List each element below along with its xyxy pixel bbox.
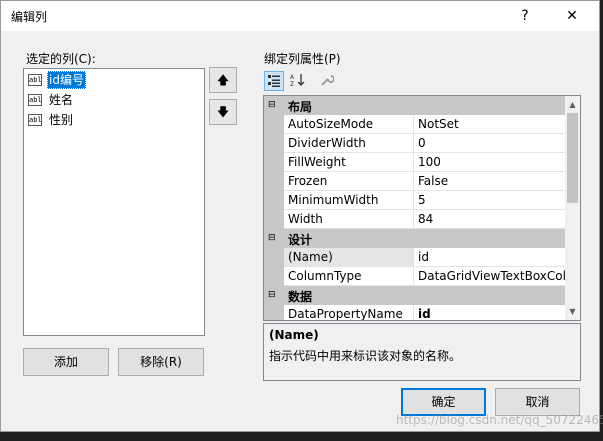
add-button[interactable]: 添加	[23, 348, 109, 376]
property-value[interactable]: 0	[414, 134, 565, 153]
textbox-column-icon: abl	[28, 114, 42, 126]
collapse-icon[interactable]: ⊟	[268, 100, 276, 111]
cancel-button[interactable]: 取消	[495, 388, 580, 416]
category-label: 数据	[288, 290, 313, 304]
property-value[interactable]: 100	[414, 153, 565, 172]
list-item-label: id编号	[47, 71, 86, 89]
property-row[interactable]: MinimumWidth 5	[264, 191, 565, 210]
collapse-icon[interactable]: ⊟	[268, 290, 276, 301]
category-label: 布局	[288, 100, 313, 114]
vertical-scrollbar[interactable]: ▲ ▼	[565, 96, 580, 320]
selected-columns-list[interactable]: abl id编号 abl 姓名 abl 性别	[23, 68, 205, 336]
ok-button[interactable]: 确定	[401, 388, 486, 416]
property-value[interactable]: False	[414, 172, 565, 191]
selected-columns-label: 选定的列(C):	[26, 52, 96, 66]
title-bar: 编辑列 ? ✕	[1, 1, 599, 31]
property-row[interactable]: FillWeight 100	[264, 153, 565, 172]
property-value[interactable]: 5	[414, 191, 565, 210]
property-name: FillWeight	[284, 153, 414, 172]
property-name: AutoSizeMode	[284, 115, 414, 134]
list-item-label: 性别	[49, 113, 74, 127]
textbox-column-icon: abl	[28, 94, 42, 106]
category-row-data[interactable]: ⊟ 数据	[264, 286, 565, 305]
property-value[interactable]: 84	[414, 210, 565, 229]
collapse-icon[interactable]: ⊟	[268, 233, 276, 244]
arrow-up-icon: 🡅	[216, 73, 230, 87]
scroll-down-icon[interactable]: ▼	[565, 303, 580, 320]
svg-text:Z: Z	[290, 81, 294, 87]
property-grid[interactable]: ⊟ 布局 AutoSizeMode NotSet DividerWidth 0 …	[263, 95, 581, 321]
alphabetical-button[interactable]: A Z	[288, 71, 308, 91]
property-row[interactable]: Width 84	[264, 210, 565, 229]
category-label: 设计	[288, 233, 313, 247]
property-row[interactable]: DividerWidth 0	[264, 134, 565, 153]
category-row-design[interactable]: ⊟ 设计	[264, 229, 565, 248]
list-item-label: 姓名	[49, 93, 74, 107]
property-row[interactable]: Frozen False	[264, 172, 565, 191]
move-down-button[interactable]: 🡇	[209, 99, 237, 125]
category-row-layout[interactable]: ⊟ 布局	[264, 96, 565, 115]
move-up-button[interactable]: 🡅	[209, 67, 237, 93]
edit-columns-dialog: 编辑列 ? ✕ 选定的列(C): abl id编号 abl 姓名 abl 性别 …	[0, 0, 603, 432]
property-name: (Name)	[284, 248, 414, 267]
scroll-up-icon[interactable]: ▲	[565, 96, 580, 113]
property-name: DividerWidth	[284, 134, 414, 153]
textbox-column-icon: abl	[28, 74, 42, 86]
property-row[interactable]: ColumnType DataGridViewTextBoxColu	[264, 267, 565, 286]
property-value[interactable]: NotSet	[414, 115, 565, 134]
property-name: Width	[284, 210, 414, 229]
categorized-icon	[268, 75, 280, 87]
description-text: 指示代码中用来标识该对象的名称。	[269, 349, 462, 363]
property-name: Frozen	[284, 172, 414, 191]
property-value[interactable]: DataGridViewTextBoxColu	[414, 267, 565, 286]
property-value[interactable]: id	[414, 305, 565, 320]
scroll-thumb[interactable]	[567, 113, 578, 203]
watermark: https://blog.csdn.net/qq_50722465	[396, 413, 603, 427]
description-title: (Name)	[269, 328, 319, 342]
close-button[interactable]: ✕	[558, 4, 586, 28]
remove-button[interactable]: 移除(R)	[118, 348, 204, 376]
categorized-button[interactable]	[264, 71, 284, 91]
help-button[interactable]: ?	[511, 4, 539, 28]
property-value[interactable]: id	[414, 248, 565, 267]
bound-properties-label: 绑定列属性(P)	[264, 52, 341, 66]
property-pages-button[interactable]	[317, 71, 337, 91]
property-row[interactable]: AutoSizeMode NotSet	[264, 115, 565, 134]
dialog-title: 编辑列	[11, 10, 48, 24]
property-name: DataPropertyName	[284, 305, 414, 320]
property-row[interactable]: (Name) id	[264, 248, 565, 267]
wrench-icon	[321, 75, 335, 86]
property-row[interactable]: DataPropertyName id	[264, 305, 565, 320]
property-name: ColumnType	[284, 267, 414, 286]
alphabetical-icon: A Z	[290, 74, 305, 88]
arrow-down-icon: 🡇	[216, 105, 230, 119]
description-panel: (Name) 指示代码中用来标识该对象的名称。	[263, 323, 581, 381]
property-name: MinimumWidth	[284, 191, 414, 210]
svg-text:A: A	[290, 74, 295, 81]
